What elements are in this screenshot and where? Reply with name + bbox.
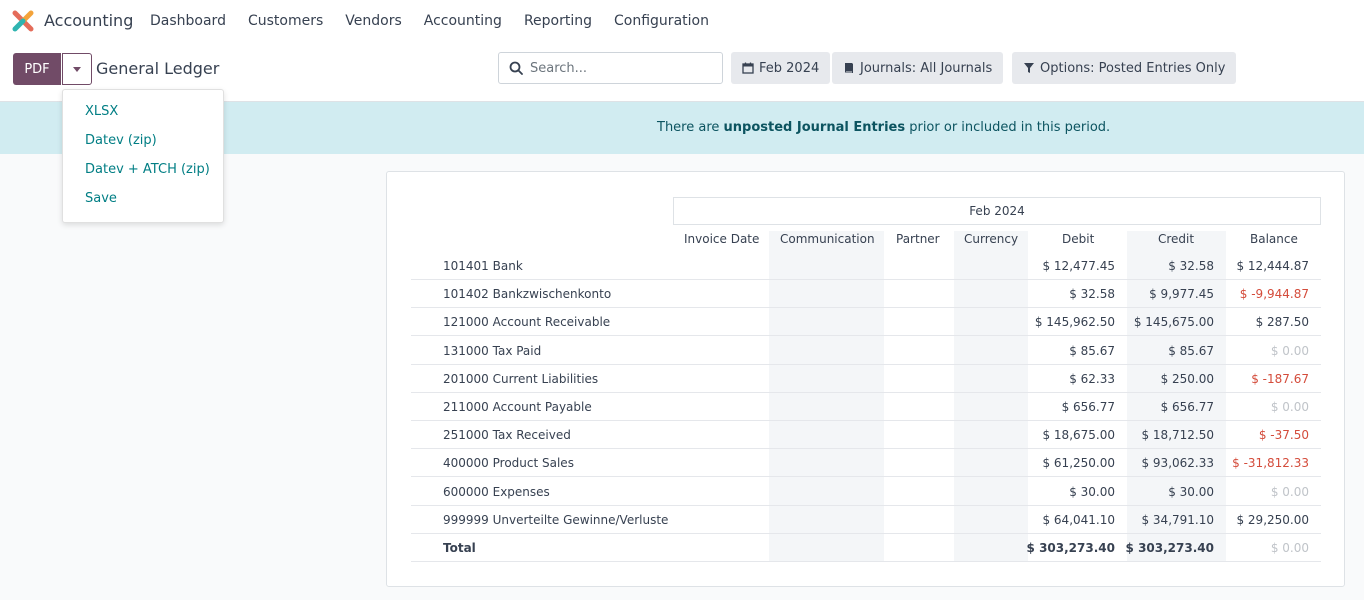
- search-input[interactable]: Search...: [530, 61, 587, 76]
- export-save[interactable]: Save: [85, 191, 117, 206]
- credit-value: $ 85.67: [1168, 343, 1214, 358]
- account-row[interactable]: 121000 Account Receivable $ 145,962.50 $ 1…: [411, 308, 1321, 337]
- journals-filter-button[interactable]: Journals: All Journals: [832, 52, 1004, 84]
- account-name: 999999 Unverteilte Gewinne/Verluste: [443, 512, 669, 527]
- balance-value: $ -187.67: [1251, 371, 1309, 386]
- account-row[interactable]: 600000 Expenses $ 30.00 $ 30.00 $ 0.00: [411, 478, 1321, 506]
- credit-value: $ 250.00: [1160, 371, 1214, 386]
- balance-value: $ -9,944.87: [1239, 287, 1309, 302]
- account-row[interactable]: 251000 Tax Received $ 18,675.00 $ 18,712.5…: [411, 421, 1321, 450]
- account-row[interactable]: 999999 Unverteilte Gewinne/Verluste $ 64,…: [411, 506, 1321, 534]
- app-name[interactable]: Accounting: [44, 11, 133, 30]
- book-icon: [845, 63, 853, 73]
- menu-reporting[interactable]: Reporting: [524, 13, 592, 29]
- menu-vendors[interactable]: Vendors: [345, 13, 401, 29]
- col-currency: Currency: [964, 232, 1019, 246]
- menu-configuration[interactable]: Configuration: [614, 13, 709, 29]
- debit-value: $ 12,477.45: [1042, 259, 1115, 273]
- calendar-icon: [742, 62, 754, 74]
- credit-value: $ 9,977.45: [1149, 287, 1214, 302]
- journals-filter-label: Journals: All Journals: [860, 60, 993, 76]
- debit-value: $ 656.77: [1061, 400, 1115, 414]
- debit-value: $ 61,250.00: [1042, 456, 1115, 471]
- export-dropdown-toggle[interactable]: [62, 53, 92, 85]
- debit-value: $ 32.58: [1069, 287, 1115, 302]
- balance-value: $ -37.50: [1258, 428, 1309, 443]
- options-filter-button[interactable]: Options: Posted Entries Only: [1012, 52, 1237, 84]
- col-communication: Communication: [780, 232, 875, 246]
- search-box[interactable]: Search...: [498, 52, 723, 84]
- debit-value: $ 18,675.00: [1042, 428, 1115, 443]
- export-dropdown-menu: XLSX Datev (zip) Datev + ATCH (zip) Save: [62, 89, 224, 223]
- account-name: 251000 Tax Received: [443, 428, 571, 443]
- credit-value: $ 93,062.33: [1141, 456, 1214, 471]
- credit-value: $ 32.58: [1168, 259, 1214, 273]
- total-row: Total $ 303,273.40 $ 303,273.40 $ 0.00: [411, 534, 1321, 562]
- date-filter-label: Feb 2024: [759, 60, 820, 76]
- col-invoice-date: Invoice Date: [684, 232, 760, 246]
- balance-value: $ 29,250.00: [1236, 512, 1309, 527]
- search-icon: [509, 61, 523, 75]
- balance-value: $ -31,812.33: [1232, 456, 1309, 471]
- export-xlsx[interactable]: XLSX: [85, 104, 118, 119]
- debit-value: $ 62.33: [1069, 371, 1115, 386]
- filter-icon: [1024, 63, 1034, 73]
- balance-value: $ 0.00: [1270, 343, 1309, 358]
- export-datev-atch-zip[interactable]: Datev + ATCH (zip): [85, 162, 210, 177]
- unposted-entries-link[interactable]: unposted Journal Entries: [724, 120, 906, 135]
- debit-value: $ 85.67: [1069, 343, 1115, 358]
- credit-value: $ 34,791.10: [1141, 512, 1214, 527]
- balance-value: $ 287.50: [1255, 315, 1309, 330]
- credit-value: $ 145,675.00: [1133, 315, 1214, 330]
- account-row[interactable]: 400000 Product Sales $ 61,250.00 $ 93,062.…: [411, 449, 1321, 478]
- balance-value: $ 0.00: [1270, 484, 1309, 499]
- account-row[interactable]: 101401 Bank $ 12,477.45 $ 32.58 $ 12,444.87: [411, 252, 1321, 280]
- debit-value: $ 303,273.40: [1026, 541, 1115, 555]
- menu-dashboard[interactable]: Dashboard: [150, 13, 226, 29]
- account-row[interactable]: 211000 Account Payable $ 656.77 $ 656.77 $ …: [411, 393, 1321, 421]
- balance-value: $ 12,444.87: [1236, 259, 1309, 273]
- credit-value: $ 30.00: [1168, 484, 1214, 499]
- period-header: Feb 2024: [673, 197, 1321, 225]
- total-label: Total: [443, 541, 476, 555]
- banner-suffix: prior or included in this period.: [905, 120, 1111, 135]
- credit-value: $ 656.77: [1160, 400, 1214, 414]
- debit-value: $ 64,041.10: [1042, 512, 1115, 527]
- account-row[interactable]: 101402 Bankzwischenkonto $ 32.58 $ 9,977.4…: [411, 280, 1321, 309]
- account-name: 121000 Account Receivable: [443, 315, 611, 330]
- options-filter-label: Options: Posted Entries Only: [1040, 60, 1226, 76]
- export-datev-zip[interactable]: Datev (zip): [85, 133, 157, 148]
- account-name: 131000 Tax Paid: [443, 343, 542, 358]
- menu-accounting[interactable]: Accounting: [424, 13, 502, 29]
- account-name: 101402 Bankzwischenkonto: [443, 287, 612, 302]
- balance-value: $ 0.00: [1270, 400, 1309, 414]
- accounting-app-icon[interactable]: [12, 10, 34, 32]
- balance-value: $ 0.00: [1270, 541, 1309, 555]
- col-balance: Balance: [1250, 232, 1298, 246]
- debit-value: $ 30.00: [1069, 484, 1115, 499]
- date-filter-button[interactable]: Feb 2024: [731, 52, 831, 84]
- main-menu: Dashboard Customers Vendors Accounting R…: [150, 13, 731, 29]
- general-ledger-report: Feb 2024 Invoice Date Communication Part…: [386, 171, 1345, 587]
- account-name: 201000 Current Liabilities: [443, 371, 599, 386]
- debit-value: $ 145,962.50: [1034, 315, 1115, 330]
- account-name: 600000 Expenses: [443, 484, 550, 499]
- credit-value: $ 18,712.50: [1141, 428, 1214, 443]
- page-title: General Ledger: [96, 59, 220, 78]
- account-row[interactable]: 131000 Tax Paid $ 85.67 $ 85.67 $ 0.00: [411, 337, 1321, 365]
- credit-value: $ 303,273.40: [1125, 541, 1214, 555]
- menu-customers[interactable]: Customers: [248, 13, 323, 29]
- account-name: 101401 Bank: [443, 259, 523, 273]
- col-credit: Credit: [1158, 232, 1195, 246]
- account-row[interactable]: 201000 Current Liabilities $ 62.33 $ 250.0…: [411, 365, 1321, 393]
- banner-prefix: There are: [657, 120, 724, 135]
- col-partner: Partner: [896, 232, 940, 246]
- account-name: 211000 Account Payable: [443, 400, 592, 414]
- banner-text: There are unposted Journal Entries prior…: [657, 120, 1110, 135]
- account-name: 400000 Product Sales: [443, 456, 574, 471]
- top-navbar: Accounting Dashboard Customers Vendors A…: [0, 0, 1364, 42]
- col-debit: Debit: [1062, 232, 1095, 246]
- pdf-button[interactable]: PDF: [13, 53, 61, 85]
